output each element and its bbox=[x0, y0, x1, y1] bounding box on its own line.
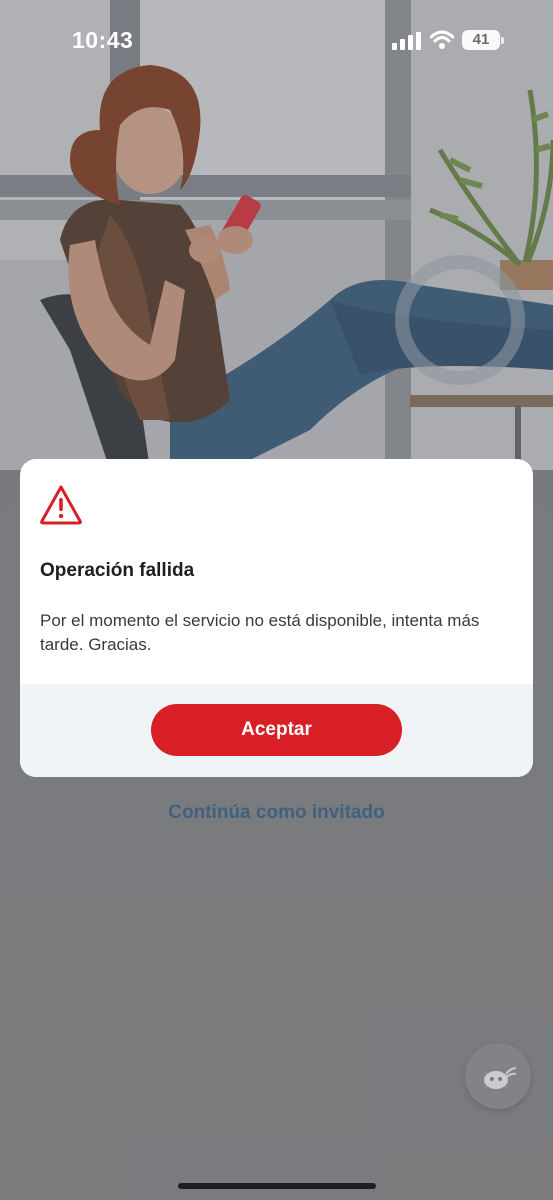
wifi-icon bbox=[430, 30, 454, 49]
battery-tip bbox=[501, 37, 504, 44]
continue-as-guest-link[interactable]: Continúa como invitado bbox=[0, 802, 553, 824]
home-indicator[interactable] bbox=[178, 1183, 376, 1189]
chatbot-icon bbox=[484, 1067, 517, 1089]
battery-level: 41 bbox=[472, 31, 490, 48]
status-bar: 10:43 41 bbox=[0, 0, 553, 80]
status-time: 10:43 bbox=[72, 27, 134, 53]
error-dialog: Operación fallida Por el momento el serv… bbox=[20, 459, 533, 777]
warning-triangle-icon bbox=[40, 485, 82, 525]
accept-button[interactable]: Aceptar bbox=[151, 704, 402, 756]
cellular-signal-icon bbox=[392, 32, 421, 50]
chatbot-button[interactable] bbox=[465, 1043, 531, 1109]
dialog-footer: Aceptar bbox=[20, 684, 533, 777]
dialog-message: Por el momento el servicio no está dispo… bbox=[40, 611, 480, 654]
dialog-title: Operación fallida bbox=[40, 560, 195, 581]
login-screen: Continúa como invitado 10:43 41 Operació… bbox=[0, 0, 553, 1200]
